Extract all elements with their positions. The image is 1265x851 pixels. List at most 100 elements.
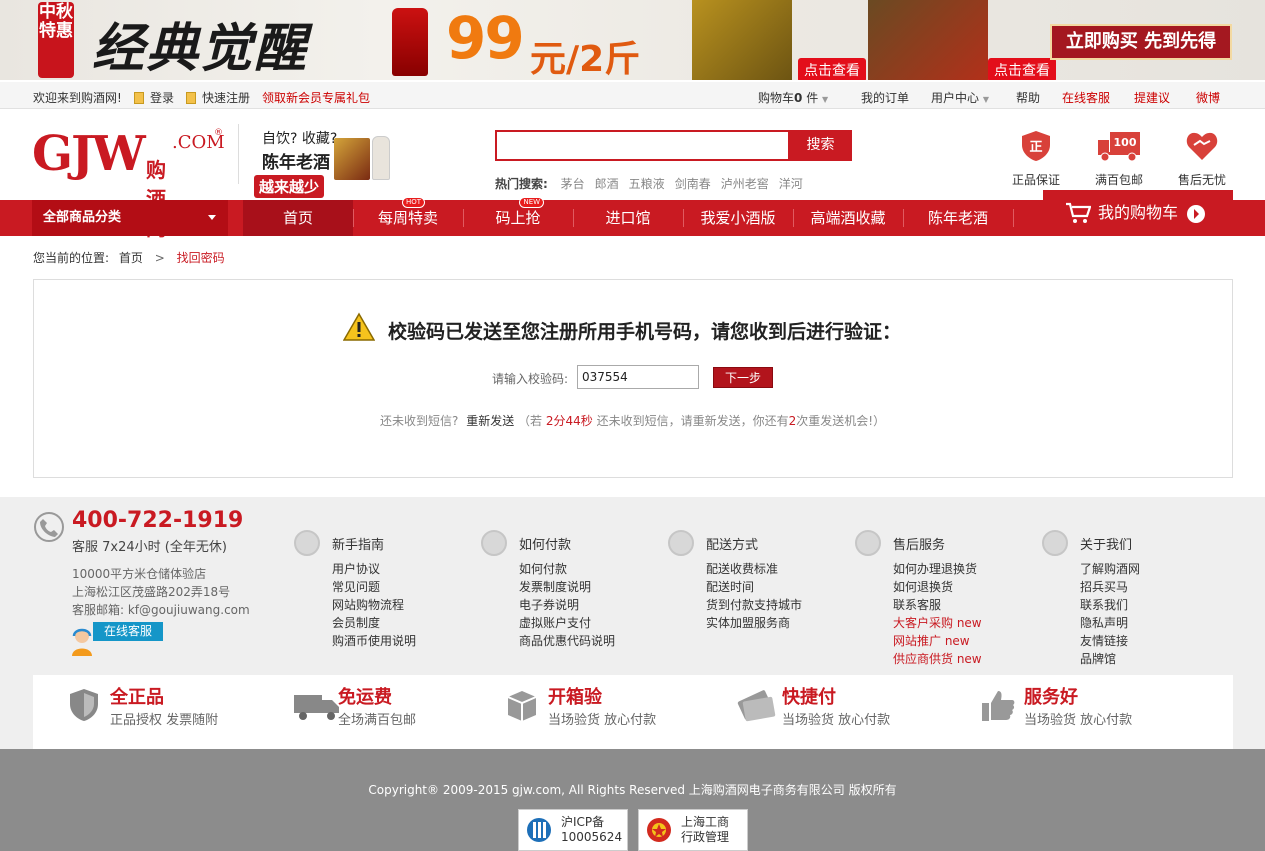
footer-link[interactable]: 电子券说明 xyxy=(519,596,679,614)
nav-item-flash-grab[interactable]: 码上抢 NEW xyxy=(463,197,573,236)
online-service-link[interactable]: 在线客服 xyxy=(1062,89,1110,106)
slogan-line1: 自饮? 收藏? xyxy=(262,131,338,147)
search-button[interactable]: 搜索 xyxy=(789,130,852,161)
service-after-sale[interactable]: 售后无忧 xyxy=(1172,130,1232,188)
service-hours: 客服 7x24小时 (全年无休) xyxy=(72,540,227,555)
footer-link[interactable]: 大客户采购 new xyxy=(893,614,1053,632)
hot-keyword[interactable]: 洋河 xyxy=(779,177,803,191)
nav-item-aged-liquor[interactable]: 陈年老酒 xyxy=(903,200,1013,236)
footer-link[interactable]: 联系我们 xyxy=(1080,596,1240,614)
hot-keyword[interactable]: 剑南春 xyxy=(675,177,711,191)
customer-service-avatar-icon xyxy=(72,628,92,656)
footer-link[interactable]: 网站购物流程 xyxy=(332,596,492,614)
header-slogan[interactable]: 自饮? 收藏? 陈年老酒 越来越少 xyxy=(254,128,338,198)
breadcrumb-home[interactable]: 首页 xyxy=(119,251,143,265)
see-more-button[interactable]: 点击查看 xyxy=(988,58,1056,80)
nav-item-mini-bottles[interactable]: 我爱小酒版 xyxy=(683,200,793,236)
buy-now-button[interactable]: 立即购买 先到先得 xyxy=(1050,24,1232,60)
footer-link[interactable]: 招兵买马 xyxy=(1080,578,1240,596)
user-center-link[interactable]: 用户中心 ▼ xyxy=(931,89,989,106)
warning-icon xyxy=(343,312,375,341)
svg-text:100: 100 xyxy=(1114,136,1137,149)
hot-keyword[interactable]: 茅台 xyxy=(561,177,585,191)
next-step-button[interactable]: 下一步 xyxy=(713,367,773,388)
footer-link[interactable]: 常见问题 xyxy=(332,578,492,596)
online-service-button[interactable]: 在线客服 xyxy=(93,622,163,641)
guarantee-title: 服务好 xyxy=(1024,687,1078,708)
footer-link[interactable]: 虚拟账户支付 xyxy=(519,614,679,632)
nav-item-import[interactable]: 进口馆 xyxy=(573,200,683,236)
footer-link[interactable]: 联系客服 xyxy=(893,596,1053,614)
guarantee-subtitle: 当场验货 放心付款 xyxy=(1024,713,1133,728)
check-circle-icon xyxy=(481,530,507,556)
suggest-link[interactable]: 提建议 xyxy=(1134,89,1170,106)
my-cart-button[interactable]: 我的购物车 xyxy=(1043,190,1233,236)
resend-end: 次重发送机会!） xyxy=(796,414,886,428)
footer-link[interactable]: 用户协议 xyxy=(332,560,492,578)
footer-link[interactable]: 发票制度说明 xyxy=(519,578,679,596)
resend-info: 还未收到短信? 重新发送 （若 2分44秒 还未收到短信，请重新发送，你还有2次… xyxy=(380,412,885,429)
breadcrumb-prefix: 您当前的位置: xyxy=(33,251,110,265)
icp-badge[interactable]: 沪ICP备 10005624 xyxy=(518,809,628,851)
product-box-image xyxy=(692,0,792,80)
footer-link[interactable]: 供应商供货 new xyxy=(893,650,1053,668)
promo-stamp: 中秋特惠 xyxy=(38,2,74,78)
footer-link[interactable]: 了解购酒网 xyxy=(1080,560,1240,578)
resend-link[interactable]: 重新发送 xyxy=(466,414,514,428)
footer-link[interactable]: 实体加盟服务商 xyxy=(706,614,866,632)
icp-icon xyxy=(527,818,551,842)
login-link[interactable]: 登录 xyxy=(134,89,174,106)
check-circle-icon xyxy=(668,530,694,556)
guarantee-title: 快捷付 xyxy=(782,687,836,708)
see-more-button[interactable]: 点击查看 xyxy=(798,58,866,80)
all-categories-dropdown[interactable]: 全部商品分类 xyxy=(32,200,228,236)
nav-item-collection[interactable]: 高端酒收藏 xyxy=(793,200,903,236)
gift-link[interactable]: 领取新会员专属礼包 xyxy=(262,89,370,106)
verification-code-input[interactable] xyxy=(577,365,699,389)
register-link[interactable]: 快速注册 xyxy=(186,89,250,106)
code-label: 请输入校验码: xyxy=(492,372,569,386)
search-input[interactable] xyxy=(495,130,790,161)
service-free-shipping[interactable]: 100 满百包邮 xyxy=(1089,130,1149,188)
hot-search-label: 热门搜索: xyxy=(495,177,548,191)
footer-link[interactable]: 商品优惠代码说明 xyxy=(519,632,679,650)
footer-link[interactable]: 网站推广 new xyxy=(893,632,1053,650)
cart-link[interactable]: 购物车0 件 ▼ xyxy=(758,89,828,106)
nav-item-home[interactable]: 首页 xyxy=(243,200,353,236)
slogan-line3: 越来越少 xyxy=(254,175,325,198)
footer-link[interactable]: 如何办理退换货 xyxy=(893,560,1053,578)
hot-keyword[interactable]: 泸州老窖 xyxy=(721,177,769,191)
site-logo[interactable]: GJW .COM ® 购酒网 xyxy=(32,126,225,240)
welcome-text: 欢迎来到购酒网! xyxy=(33,91,122,105)
gift-box-image xyxy=(334,132,394,184)
help-link[interactable]: 帮助 xyxy=(1016,89,1040,106)
guarantee-title: 全正品 xyxy=(110,687,164,708)
nav-item-weekly-sale[interactable]: 每周特卖 HOT xyxy=(353,197,463,236)
footer-link[interactable]: 如何付款 xyxy=(519,560,679,578)
check-circle-icon xyxy=(855,530,881,556)
footer-link[interactable]: 会员制度 xyxy=(332,614,492,632)
resend-mid: 还未收到短信，请重新发送，你还有 xyxy=(596,414,789,428)
resend-open: （若 xyxy=(518,414,543,428)
promo-price-unit: 元/2斤 xyxy=(530,39,641,80)
footer-link[interactable]: 货到付款支持城市 xyxy=(706,596,866,614)
guarantee-subtitle: 全场满百包邮 xyxy=(338,713,417,728)
footer-link[interactable]: 购酒币使用说明 xyxy=(332,632,492,650)
hot-keyword[interactable]: 郎酒 xyxy=(595,177,619,191)
countdown-timer: 2分44秒 xyxy=(545,414,593,428)
footer-link[interactable]: 品牌馆 xyxy=(1080,650,1240,668)
hot-search: 热门搜索: 茅台 郎酒 五粮液 剑南春 泸州老窖 洋河 xyxy=(495,175,808,192)
hot-keyword[interactable]: 五粮液 xyxy=(629,177,665,191)
my-orders-link[interactable]: 我的订单 xyxy=(861,89,909,106)
footer-link[interactable]: 配送时间 xyxy=(706,578,866,596)
footer-link[interactable]: 如何退换货 xyxy=(893,578,1053,596)
weibo-link[interactable]: 微博 xyxy=(1196,89,1220,106)
breadcrumb-separator: > xyxy=(154,251,165,265)
footer-link[interactable]: 隐私声明 xyxy=(1080,614,1240,632)
business-license-badge[interactable]: 上海工商 行政管理 xyxy=(638,809,748,851)
promo-banner[interactable]: 中秋特惠 经典觉醒 99 元/2斤 点击查看 点击查看 立即购买 先到先得 xyxy=(0,0,1265,80)
svg-text:正: 正 xyxy=(1029,140,1042,155)
service-genuine[interactable]: 正 正品保证 xyxy=(1006,130,1066,188)
footer-link[interactable]: 友情链接 xyxy=(1080,632,1240,650)
footer-link[interactable]: 配送收费标准 xyxy=(706,560,866,578)
